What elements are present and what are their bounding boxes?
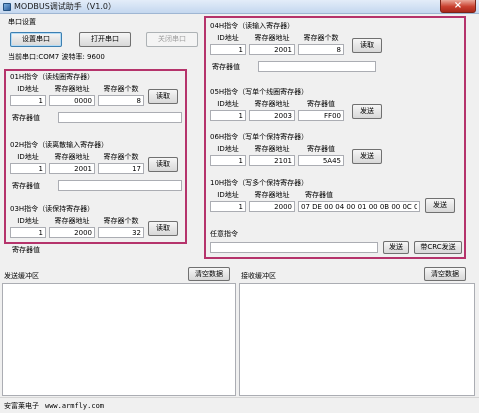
cmd10-address-input[interactable] <box>249 201 295 212</box>
cmd05-id-input[interactable] <box>210 110 246 121</box>
cmd03-value-label: 寄存器值 <box>12 246 40 254</box>
receive-buffer-textarea[interactable] <box>239 283 475 396</box>
port-status-text: 当前串口:COM7 波特率: 9600 <box>8 53 105 61</box>
cmd05-header-value: 寄存器值 <box>307 100 335 108</box>
cmd03-group: 03H指令（读保持寄存器） ID地址 寄存器地址 寄存器个数 读取 寄存器值 <box>10 205 184 257</box>
cmd10-group: 10H指令（写多个保持寄存器） ID地址 寄存器地址 寄存器值 发送 <box>210 179 464 231</box>
cmd01-title: 01H指令（读线圈寄存器） <box>10 73 95 81</box>
title-bar: MODBUS调试助手（V1.0） × <box>0 0 479 14</box>
cmd01-value-label: 寄存器值 <box>12 114 40 122</box>
cmd01-count-input[interactable] <box>98 95 144 106</box>
left-command-panel: 01H指令（读线圈寄存器） ID地址 寄存器地址 寄存器个数 读取 寄存器值 0… <box>4 69 187 254</box>
cmd03-address-input[interactable] <box>49 227 95 238</box>
cmd10-header-values: 寄存器值 <box>305 191 333 199</box>
cmd06-send-button[interactable]: 发送 <box>352 149 382 164</box>
cmd06-id-input[interactable] <box>210 155 246 166</box>
cmd10-id-input[interactable] <box>210 201 246 212</box>
custom-send-button[interactable]: 发送 <box>383 241 409 254</box>
cmd01-group: 01H指令（读线圈寄存器） ID地址 寄存器地址 寄存器个数 读取 寄存器值 <box>10 73 184 125</box>
send-buffer-clear-button[interactable]: 清空数据 <box>188 267 230 281</box>
cmd01-id-input[interactable] <box>10 95 46 106</box>
cmd02-value-field[interactable] <box>58 180 182 191</box>
cmd06-value-input[interactable] <box>298 155 344 166</box>
modbus-window: MODBUS调试助手（V1.0） × 串口设置 设置串口 打开串口 关闭串口 当… <box>0 0 479 413</box>
status-company: 安富莱电子 <box>4 401 39 410</box>
close-window-button[interactable]: × <box>440 0 476 13</box>
cmd04-address-input[interactable] <box>249 44 295 55</box>
cmd03-title: 03H指令（读保持寄存器） <box>10 205 95 213</box>
cmd02-header-count: 寄存器个数 <box>103 153 139 161</box>
cmd02-count-input[interactable] <box>98 163 144 174</box>
receive-buffer-clear-button[interactable]: 清空数据 <box>424 267 466 281</box>
cmd02-title: 02H指令（读离散输入寄存器） <box>10 141 109 149</box>
cmd01-header-count: 寄存器个数 <box>103 85 139 93</box>
custom-command-input[interactable] <box>210 242 378 253</box>
cmd03-count-input[interactable] <box>98 227 144 238</box>
cmd05-send-button[interactable]: 发送 <box>352 104 382 119</box>
cmd05-header-address: 寄存器地址 <box>254 100 290 108</box>
cmd10-header-address: 寄存器地址 <box>254 191 290 199</box>
send-buffer-textarea[interactable] <box>2 283 236 396</box>
cmd06-address-input[interactable] <box>249 155 295 166</box>
cmd10-values-input[interactable] <box>298 201 420 212</box>
cmd02-id-input[interactable] <box>10 163 46 174</box>
cmd05-title: 05H指令（写单个线圈寄存器） <box>210 88 309 96</box>
cmd01-value-field[interactable] <box>58 112 182 123</box>
cmd01-header-address: 寄存器地址 <box>54 85 90 93</box>
status-url: www.armfly.com <box>45 401 105 410</box>
cmd06-group: 06H指令（写单个保持寄存器） ID地址 寄存器地址 寄存器值 发送 <box>210 133 464 185</box>
cmd04-count-input[interactable] <box>298 44 344 55</box>
cmd04-id-input[interactable] <box>210 44 246 55</box>
setup-port-button[interactable]: 设置串口 <box>10 32 62 47</box>
cmd05-header-id: ID地址 <box>217 100 239 108</box>
close-icon: × <box>453 0 463 11</box>
custom-command-group: 任意指令 发送 带CRC发送 <box>210 230 464 256</box>
custom-crc-send-button[interactable]: 带CRC发送 <box>414 241 462 254</box>
cmd04-header-count: 寄存器个数 <box>303 34 339 42</box>
cmd01-header-id: ID地址 <box>17 85 39 93</box>
cmd03-header-address: 寄存器地址 <box>54 217 90 225</box>
cmd10-send-button[interactable]: 发送 <box>425 198 455 213</box>
serial-settings-label: 串口设置 <box>8 18 36 26</box>
cmd06-header-id: ID地址 <box>217 145 239 153</box>
cmd04-header-address: 寄存器地址 <box>254 34 290 42</box>
app-icon <box>3 3 11 11</box>
cmd01-read-button[interactable]: 读取 <box>148 89 178 104</box>
send-buffer-label: 发送缓冲区 <box>4 272 39 280</box>
cmd10-header-id: ID地址 <box>217 191 239 199</box>
cmd01-address-input[interactable] <box>49 95 95 106</box>
cmd02-value-label: 寄存器值 <box>12 182 40 190</box>
cmd02-header-address: 寄存器地址 <box>54 153 90 161</box>
cmd10-title: 10H指令（写多个保持寄存器） <box>210 179 309 187</box>
cmd03-read-button[interactable]: 读取 <box>148 221 178 236</box>
open-port-button[interactable]: 打开串口 <box>79 32 131 47</box>
cmd06-header-address: 寄存器地址 <box>254 145 290 153</box>
window-title: MODBUS调试助手（V1.0） <box>14 2 116 11</box>
cmd06-title: 06H指令（写单个保持寄存器） <box>210 133 309 141</box>
cmd02-read-button[interactable]: 读取 <box>148 157 178 172</box>
cmd02-group: 02H指令（读离散输入寄存器） ID地址 寄存器地址 寄存器个数 读取 寄存器值 <box>10 141 184 193</box>
custom-command-label: 任意指令 <box>210 230 238 238</box>
cmd05-address-input[interactable] <box>249 110 295 121</box>
cmd03-header-count: 寄存器个数 <box>103 217 139 225</box>
cmd02-header-id: ID地址 <box>17 153 39 161</box>
receive-buffer-label: 接收缓冲区 <box>241 272 276 280</box>
cmd04-title: 04H指令（读输入寄存器） <box>210 22 295 30</box>
cmd04-header-id: ID地址 <box>217 34 239 42</box>
cmd03-header-id: ID地址 <box>17 217 39 225</box>
cmd03-id-input[interactable] <box>10 227 46 238</box>
cmd04-value-label: 寄存器值 <box>212 63 240 71</box>
right-command-panel: 04H指令（读输入寄存器） ID地址 寄存器地址 寄存器个数 读取 寄存器值 0… <box>204 16 466 259</box>
cmd04-group: 04H指令（读输入寄存器） ID地址 寄存器地址 寄存器个数 读取 寄存器值 <box>210 22 464 74</box>
cmd04-value-field[interactable] <box>258 61 376 72</box>
status-bar: 安富莱电子 www.armfly.com <box>0 397 479 413</box>
cmd04-read-button[interactable]: 读取 <box>352 38 382 53</box>
cmd06-header-value: 寄存器值 <box>307 145 335 153</box>
cmd02-address-input[interactable] <box>49 163 95 174</box>
close-port-button[interactable]: 关闭串口 <box>146 32 198 47</box>
cmd05-value-input[interactable] <box>298 110 344 121</box>
